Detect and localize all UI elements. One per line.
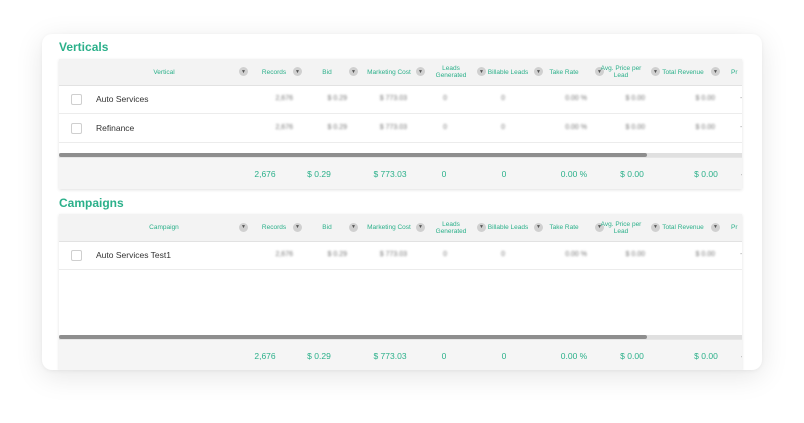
total-revenue: $ 0.00 <box>694 351 718 361</box>
table-row[interactable]: Auto Services 2,676 $ 0.29 $ 773.03 0 0 … <box>59 85 742 114</box>
cell-avg-price: $ 0.00 <box>625 251 645 258</box>
cell-records: 2,676 <box>275 95 293 102</box>
caret-down-icon[interactable]: ▼ <box>711 222 720 232</box>
total-take-rate: 0.00 % <box>560 351 588 361</box>
cell-take-rate: 0.00 % <box>565 124 587 131</box>
total-bid: $ 0.29 <box>307 351 331 361</box>
total-avg-price: $ 0.00 <box>620 351 644 361</box>
total-billable: 0 <box>501 169 507 179</box>
total-leads: 0 <box>441 351 447 361</box>
cell-bid: $ 0.29 <box>327 95 347 102</box>
row-name: Refinance <box>96 123 135 133</box>
checkbox-icon[interactable] <box>71 123 82 134</box>
cell-revenue: $ 0.00 <box>695 251 715 258</box>
campaigns-title: Campaigns <box>59 196 124 210</box>
col-header-marketing-cost[interactable]: Marketing Cost <box>363 214 415 241</box>
verticals-header-row: Vertical ▼ Records ▼ Bid ▼ Marketing Cos… <box>59 59 742 86</box>
cell-leads: 0 <box>443 124 447 131</box>
cell-cost: $ 773.03 <box>379 124 407 131</box>
col-header-total-revenue[interactable]: Total Revenue <box>657 59 709 85</box>
col-header-bid[interactable]: Bid <box>307 59 347 85</box>
total-avg-price: $ 0.00 <box>620 169 644 179</box>
total-records: 2,676 <box>254 351 276 361</box>
checkbox-icon[interactable] <box>71 94 82 105</box>
cell-billable: 0 <box>501 124 505 131</box>
caret-down-icon[interactable]: ▼ <box>349 222 358 232</box>
row-name: Auto Services <box>96 94 149 104</box>
campaigns-table: Campaign ▼ Records ▼ Bid ▼ Marketing Cos… <box>59 214 742 370</box>
row-name: Auto Services Test1 <box>96 250 171 260</box>
total-truncated: - <box>739 340 742 370</box>
caret-down-icon[interactable]: ▼ <box>416 67 425 76</box>
col-header-avg-price[interactable]: Avg. Price per Lead <box>597 214 645 241</box>
cell-revenue: $ 0.00 <box>695 95 715 102</box>
table-row[interactable]: Refinance 2,676 $ 0.29 $ 773.03 0 0 0.00… <box>59 114 742 143</box>
cell-cost: $ 773.03 <box>379 95 407 102</box>
total-take-rate: 0.00 % <box>560 169 588 179</box>
cell-leads: 0 <box>443 95 447 102</box>
col-header-campaign[interactable]: Campaign <box>89 214 239 241</box>
col-header-avg-price[interactable]: Avg. Price per Lead <box>597 59 645 85</box>
totals-row: 2,676 $ 0.29 $ 773.03 0 0 0.00 % $ 0.00 … <box>59 157 742 189</box>
table-row[interactable]: Auto Services Test1 2,676 $ 0.29 $ 773.0… <box>59 241 742 270</box>
caret-down-icon[interactable]: ▼ <box>293 67 302 76</box>
col-header-records[interactable]: Records <box>255 59 293 85</box>
total-truncated: - <box>739 158 742 189</box>
col-header-total-revenue[interactable]: Total Revenue <box>657 214 709 241</box>
cell-truncated: - <box>740 114 742 142</box>
col-header-take-rate[interactable]: Take Rate <box>539 214 589 241</box>
cell-revenue: $ 0.00 <box>695 124 715 131</box>
cell-avg-price: $ 0.00 <box>625 95 645 102</box>
totals-row: 2,676 $ 0.29 $ 773.03 0 0 0.00 % $ 0.00 … <box>59 339 742 370</box>
cell-billable: 0 <box>501 251 505 258</box>
cell-take-rate: 0.00 % <box>565 251 587 258</box>
campaigns-header-row: Campaign ▼ Records ▼ Bid ▼ Marketing Cos… <box>59 214 742 242</box>
total-leads: 0 <box>441 169 447 179</box>
col-header-take-rate[interactable]: Take Rate <box>539 59 589 85</box>
caret-down-icon[interactable]: ▼ <box>293 222 302 232</box>
cell-leads: 0 <box>443 251 447 258</box>
col-header-records[interactable]: Records <box>255 214 293 241</box>
report-card: Verticals Vertical ▼ Records ▼ Bid ▼ Mar… <box>42 34 762 370</box>
cell-bid: $ 0.29 <box>327 251 347 258</box>
caret-down-icon[interactable]: ▼ <box>416 222 425 232</box>
cell-truncated: - <box>740 241 742 269</box>
caret-down-icon[interactable]: ▼ <box>477 67 486 76</box>
total-bid: $ 0.29 <box>307 169 331 179</box>
col-header-truncated[interactable]: Pr <box>731 59 742 85</box>
col-header-billable-leads[interactable]: Billable Leads <box>486 59 530 85</box>
cell-take-rate: 0.00 % <box>565 95 587 102</box>
col-header-truncated[interactable]: Pr <box>731 214 742 241</box>
col-header-bid[interactable]: Bid <box>307 214 347 241</box>
col-header-billable-leads[interactable]: Billable Leads <box>486 214 530 241</box>
cell-bid: $ 0.29 <box>327 124 347 131</box>
caret-down-icon[interactable]: ▼ <box>239 222 248 232</box>
verticals-title: Verticals <box>59 40 109 54</box>
col-header-vertical[interactable]: Vertical <box>89 59 239 85</box>
cell-billable: 0 <box>501 95 505 102</box>
total-records: 2,676 <box>254 169 276 179</box>
total-cost: $ 773.03 <box>373 351 407 361</box>
caret-down-icon[interactable]: ▼ <box>349 67 358 76</box>
total-revenue: $ 0.00 <box>694 169 718 179</box>
col-header-marketing-cost[interactable]: Marketing Cost <box>363 59 415 85</box>
caret-down-icon[interactable]: ▼ <box>711 67 720 76</box>
caret-down-icon[interactable]: ▼ <box>477 222 486 232</box>
cell-cost: $ 773.03 <box>379 251 407 258</box>
cell-avg-price: $ 0.00 <box>625 124 645 131</box>
total-billable: 0 <box>501 351 507 361</box>
checkbox-icon[interactable] <box>71 250 82 261</box>
cell-records: 2,676 <box>275 251 293 258</box>
cell-records: 2,676 <box>275 124 293 131</box>
cell-truncated: - <box>740 85 742 113</box>
col-header-leads-generated[interactable]: Leads Generated <box>427 59 475 85</box>
verticals-table: Vertical ▼ Records ▼ Bid ▼ Marketing Cos… <box>59 59 742 189</box>
col-header-leads-generated[interactable]: Leads Generated <box>427 214 475 241</box>
caret-down-icon[interactable]: ▼ <box>239 67 248 76</box>
total-cost: $ 773.03 <box>373 169 407 179</box>
